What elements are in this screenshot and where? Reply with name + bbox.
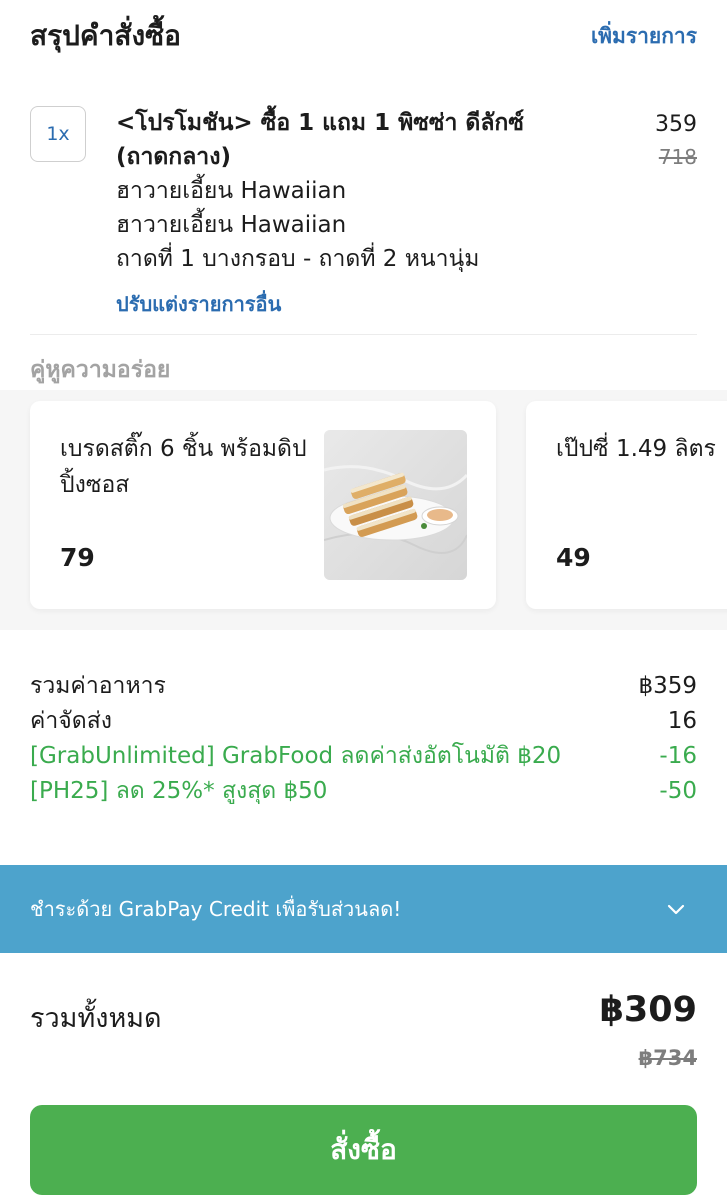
delivery-fee-row: ค่าจัดส่ง 16	[30, 703, 697, 738]
item-name-line-2: (ถาดกลาง)	[116, 144, 231, 170]
grab-discount-label: [GrabUnlimited] GrabFood ลดค่าส่งอัตโนมั…	[30, 742, 562, 769]
chevron-down-icon[interactable]	[665, 898, 687, 920]
promo-discount-value: -50	[659, 777, 697, 804]
item-option: ฮาวายเอี้ยน Hawaiian	[116, 178, 347, 204]
edit-item-link[interactable]: ปรับแต่งรายการอื่น	[116, 288, 536, 320]
total-label: รวมทั้งหมด	[30, 1003, 162, 1034]
subtotal-row: รวมค่าอาหาร ฿359	[30, 668, 697, 703]
grabpay-banner-text: ชำระด้วย GrabPay Credit เพื่อรับส่วนลด!	[30, 897, 402, 921]
pairing-price: 49	[556, 543, 591, 572]
item-original-price: 718	[658, 145, 697, 169]
total-row: รวมทั้งหมด ฿309	[30, 990, 697, 1050]
item-details: <โปรโมชัน> ซื้อ 1 แถม 1 พิซซ่า ดีลักซ์ (…	[116, 106, 536, 320]
add-items-link[interactable]: เพิ่มรายการ	[591, 20, 697, 53]
total-amount: ฿309	[599, 990, 697, 1030]
pairings-carousel[interactable]: เบรดสติ๊ก 6 ชิ้น พร้อมดิปปิ้งซอส 79 เป๊ป…	[0, 390, 727, 630]
cart-item: 1x <โปรโมชัน> ซื้อ 1 แถม 1 พิซซ่า ดีลักซ…	[30, 106, 697, 326]
grabpay-banner[interactable]: ชำระด้วย GrabPay Credit เพื่อรับส่วนลด!	[0, 865, 727, 953]
pairing-name: เบรดสติ๊ก 6 ชิ้น พร้อมดิปปิ้งซอส	[60, 436, 307, 498]
item-option: ถาดที่ 1 บางกรอบ - ถาดที่ 2 หนานุ่ม	[116, 246, 480, 272]
delivery-fee-label: ค่าจัดส่ง	[30, 707, 112, 734]
item-price: 359	[655, 112, 697, 137]
item-option: ฮาวายเอี้ยน Hawaiian	[116, 212, 347, 238]
summary-header: สรุปคำสั่งซื้อ เพิ่มรายการ	[30, 14, 697, 58]
grab-discount-value: -16	[659, 742, 697, 769]
place-order-button[interactable]: สั่งซื้อ	[30, 1105, 697, 1195]
pairing-card[interactable]: เบรดสติ๊ก 6 ชิ้น พร้อมดิปปิ้งซอส 79	[30, 401, 496, 609]
pairing-name: เป๊ปซี่ 1.49 ลิตร	[556, 436, 716, 462]
page-title: สรุปคำสั่งซื้อ	[30, 19, 181, 52]
item-name: <โปรโมชัน> ซื้อ 1 แถม 1 พิซซ่า ดีลักซ์ (…	[116, 106, 536, 174]
item-prices: 359 718	[655, 108, 697, 172]
pairing-card[interactable]: เป๊ปซี่ 1.49 ลิตร 49	[526, 401, 727, 609]
item-name-line-1: <โปรโมชัน> ซื้อ 1 แถม 1 พิซซ่า ดีลักซ์	[116, 110, 524, 136]
quantity-button[interactable]: 1x	[30, 106, 86, 162]
breadstick-image	[324, 430, 467, 580]
subtotal-value: ฿359	[638, 672, 697, 699]
pairings-title: คู่หูความอร่อย	[30, 357, 171, 383]
subtotal-label: รวมค่าอาหาร	[30, 672, 166, 699]
delivery-fee-value: 16	[667, 707, 697, 734]
divider	[30, 334, 697, 335]
total-original-price: ฿734	[638, 1046, 697, 1070]
promo-discount-label: [PH25] ลด 25%* สูงสุด ฿50	[30, 777, 328, 804]
promo-discount-row: [PH25] ลด 25%* สูงสุด ฿50 -50	[30, 773, 697, 808]
pairing-price: 79	[60, 543, 95, 572]
grab-discount-row: [GrabUnlimited] GrabFood ลดค่าส่งอัตโนมั…	[30, 738, 697, 773]
fee-summary: รวมค่าอาหาร ฿359 ค่าจัดส่ง 16 [GrabUnlim…	[30, 668, 697, 808]
